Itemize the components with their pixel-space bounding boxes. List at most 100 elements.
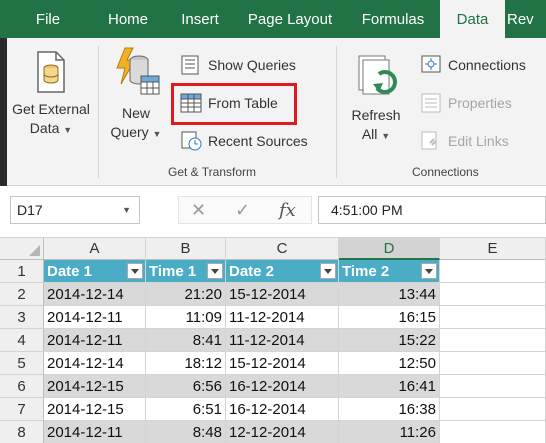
cell[interactable]: 11-12-2014 <box>226 306 339 329</box>
worksheet-grid[interactable]: A B C D E 1 Date 1 Time 1 Date 2 Time 2 … <box>0 238 546 443</box>
cell[interactable]: 16:15 <box>339 306 440 329</box>
cell[interactable] <box>440 260 546 283</box>
refresh-icon <box>353 52 399 100</box>
new-query-label-2: Query <box>110 124 149 140</box>
group-separator <box>98 46 99 178</box>
chevron-down-icon: ▼ <box>152 129 162 139</box>
cell[interactable]: 2014-12-15 <box>44 398 146 421</box>
show-queries-label: Show Queries <box>208 57 296 73</box>
table-header-cell[interactable]: Date 2 <box>226 260 339 283</box>
cell[interactable]: 6:51 <box>146 398 226 421</box>
get-external-data-label-2: Data <box>29 120 60 136</box>
column-header-d[interactable]: D <box>339 238 440 260</box>
chevron-down-icon[interactable]: ▼ <box>122 197 131 223</box>
cell[interactable] <box>440 352 546 375</box>
cell[interactable]: 6:56 <box>146 375 226 398</box>
tab-review[interactable]: Rev <box>505 0 546 38</box>
edit-links-icon <box>420 131 442 151</box>
table-header-label: Date 2 <box>229 263 275 280</box>
cancel-icon[interactable]: ✕ <box>191 200 206 221</box>
tab-home[interactable]: Home <box>96 0 160 38</box>
get-external-data-button[interactable]: Get External Data ▼ <box>8 50 94 140</box>
enter-icon[interactable]: ✓ <box>235 200 250 221</box>
formula-input[interactable]: 4:51:00 PM <box>318 196 546 224</box>
cell[interactable]: 2014-12-11 <box>44 306 146 329</box>
filter-dropdown-icon[interactable] <box>421 263 437 279</box>
cell[interactable]: 16:38 <box>339 398 440 421</box>
cell[interactable] <box>440 306 546 329</box>
ribbon-tab-strip: File Home Insert Page Layout Formulas Da… <box>0 0 546 38</box>
cell[interactable] <box>440 283 546 306</box>
cell[interactable]: 16-12-2014 <box>226 375 339 398</box>
connections-icon <box>420 55 442 75</box>
cell[interactable] <box>440 398 546 421</box>
cell[interactable]: 15-12-2014 <box>226 283 339 306</box>
row-header[interactable]: 6 <box>0 375 44 398</box>
cell[interactable]: 15:22 <box>339 329 440 352</box>
tab-data[interactable]: Data <box>440 0 505 38</box>
cell[interactable] <box>440 329 546 352</box>
tab-insert[interactable]: Insert <box>170 0 230 38</box>
properties-button[interactable]: Properties <box>420 90 512 116</box>
recent-sources-button[interactable]: Recent Sources <box>180 128 308 154</box>
cell[interactable]: 13:44 <box>339 283 440 306</box>
filter-dropdown-icon[interactable] <box>207 263 223 279</box>
cell[interactable] <box>440 375 546 398</box>
table-header-cell[interactable]: Date 1 <box>44 260 146 283</box>
cell[interactable]: 2014-12-14 <box>44 352 146 375</box>
row-header[interactable]: 2 <box>0 283 44 306</box>
cell[interactable]: 2014-12-14 <box>44 283 146 306</box>
cell[interactable]: 15-12-2014 <box>226 352 339 375</box>
cell[interactable]: 11:26 <box>339 421 440 443</box>
row-header[interactable]: 4 <box>0 329 44 352</box>
connections-button[interactable]: Connections <box>420 52 526 78</box>
cell[interactable]: 8:48 <box>146 421 226 443</box>
column-header-b[interactable]: B <box>146 238 226 260</box>
name-box[interactable]: D17 ▼ <box>10 196 140 224</box>
cell[interactable]: 11-12-2014 <box>226 329 339 352</box>
cell[interactable]: 2014-12-11 <box>44 421 146 443</box>
table-header-cell[interactable]: Time 1 <box>146 260 226 283</box>
row-header[interactable]: 5 <box>0 352 44 375</box>
cell[interactable]: 2014-12-11 <box>44 329 146 352</box>
tab-file[interactable]: File <box>18 0 78 38</box>
ribbon-left-edge <box>0 38 7 186</box>
cell[interactable]: 18:12 <box>146 352 226 375</box>
row-header[interactable]: 1 <box>0 260 44 283</box>
cell[interactable]: 16-12-2014 <box>226 398 339 421</box>
cell[interactable]: 8:41 <box>146 329 226 352</box>
select-all-corner[interactable] <box>0 238 44 260</box>
row-header[interactable]: 8 <box>0 421 44 443</box>
cell[interactable]: 16:41 <box>339 375 440 398</box>
refresh-all-button[interactable]: Refresh All ▼ <box>344 52 408 146</box>
show-queries-button[interactable]: Show Queries <box>180 52 296 78</box>
row-header[interactable]: 7 <box>0 398 44 421</box>
column-header-a[interactable]: A <box>44 238 146 260</box>
chevron-down-icon: ▼ <box>381 131 391 141</box>
cell[interactable]: 11:09 <box>146 306 226 329</box>
new-query-button[interactable]: New Query ▼ <box>104 46 168 144</box>
insert-function-icon[interactable]: fx <box>279 200 296 221</box>
filter-dropdown-icon[interactable] <box>127 263 143 279</box>
cell[interactable]: 12:50 <box>339 352 440 375</box>
cell[interactable] <box>440 421 546 443</box>
column-header-c[interactable]: C <box>226 238 339 260</box>
recent-sources-icon <box>180 131 202 151</box>
column-header-e[interactable]: E <box>440 238 546 260</box>
cell[interactable]: 21:20 <box>146 283 226 306</box>
row-header[interactable]: 3 <box>0 306 44 329</box>
new-query-icon <box>111 46 161 98</box>
document-database-icon <box>34 50 68 94</box>
connections-group-label: Connections <box>412 165 479 179</box>
properties-icon <box>420 93 442 113</box>
cell[interactable]: 2014-12-15 <box>44 375 146 398</box>
from-table-highlight-box <box>171 83 297 125</box>
filter-dropdown-icon[interactable] <box>320 263 336 279</box>
refresh-all-label-1: Refresh <box>351 107 401 123</box>
table-header-cell[interactable]: Time 2 <box>339 260 440 283</box>
cell[interactable]: 12-12-2014 <box>226 421 339 443</box>
edit-links-button[interactable]: Edit Links <box>420 128 509 154</box>
tab-formulas[interactable]: Formulas <box>352 0 434 38</box>
connections-label: Connections <box>448 57 526 73</box>
tab-page-layout[interactable]: Page Layout <box>240 0 340 38</box>
